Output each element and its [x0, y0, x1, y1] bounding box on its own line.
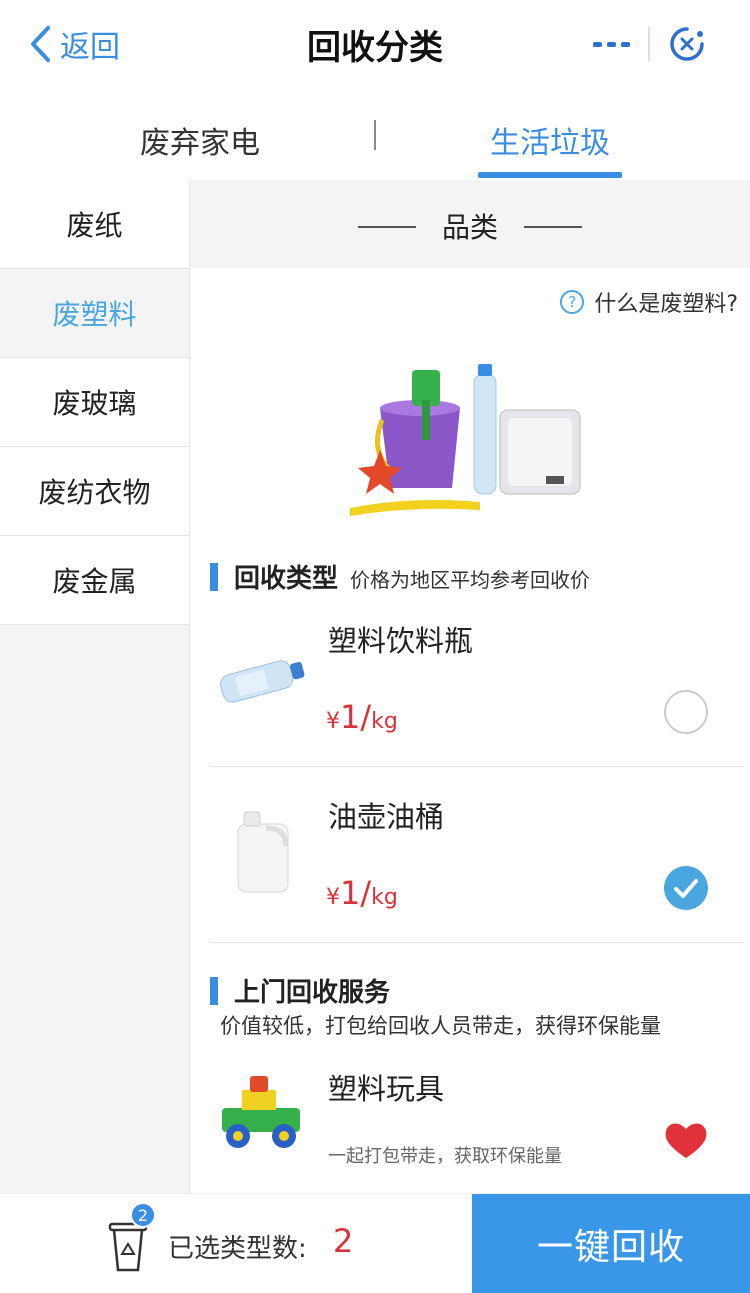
more-icon[interactable] [574, 41, 648, 47]
sidebar-item-textile[interactable]: 废纺衣物 [0, 447, 189, 536]
item-price: ¥1/kg [326, 698, 398, 736]
item-name: 塑料饮料瓶 [328, 624, 474, 658]
price-currency: ¥ [326, 885, 340, 910]
top-tabs: 废弃家电 生活垃圾 [0, 88, 750, 180]
mini-program-capsule [574, 16, 724, 72]
item-divider [210, 766, 744, 767]
close-icon[interactable] [650, 25, 724, 63]
main-content: 品类 ? 什么是废塑料? 回收类型 价格为地区平均参考回收价 塑料饮料瓶 ¥1/… [190, 180, 750, 1193]
pickup-service-section: 上门回收服务 [210, 972, 390, 1009]
recycle-type-section: 回收类型 价格为地区平均参考回收价 [210, 558, 590, 595]
price-unit: kg [371, 709, 398, 734]
item-note: 一起打包带走，获取环保能量 [328, 1146, 562, 1167]
tab-divider [374, 120, 376, 150]
help-link[interactable]: ? 什么是废塑料? [560, 286, 738, 318]
plastic-items-illustration [350, 364, 581, 516]
price-currency: ¥ [326, 709, 340, 734]
selected-count-label: 已选类型数: [168, 1234, 307, 1264]
price-unit: kg [371, 885, 398, 910]
tab-appliances[interactable]: 废弃家电 [140, 118, 260, 162]
section-title: 上门回收服务 [234, 978, 391, 1008]
section-description: 价值较低，打包给回收人员带走，获得环保能量 [220, 1014, 661, 1038]
heart-icon[interactable] [664, 1120, 708, 1160]
select-radio-checked[interactable] [664, 866, 708, 910]
section-marker [210, 976, 218, 1005]
sidebar-item-paper[interactable]: 废纸 [0, 180, 189, 269]
question-icon: ? [560, 290, 585, 314]
sidebar-item-plastic[interactable]: 废塑料 [0, 269, 189, 358]
item-name: 塑料玩具 [328, 1072, 445, 1106]
selected-count-value: 2 [333, 1222, 354, 1260]
plastic-toy-image [222, 1076, 300, 1148]
selection-count-badge: 2 [130, 1202, 156, 1228]
item-name: 油壶油桶 [328, 800, 445, 834]
category-title: 品类 [441, 211, 498, 244]
one-click-recycle-button[interactable]: 一键回收 [472, 1194, 750, 1293]
section-marker [210, 562, 218, 591]
sidebar-item-metal[interactable]: 废金属 [0, 536, 189, 625]
help-text: 什么是废塑料? [594, 292, 738, 317]
item-divider [210, 942, 744, 943]
plastic-bottle-image [220, 660, 305, 703]
section-subtitle: 价格为地区平均参考回收价 [350, 568, 591, 592]
sidebar-item-glass[interactable]: 废玻璃 [0, 358, 189, 447]
checkmark-icon [674, 879, 698, 898]
oil-jug-image [237, 811, 289, 893]
item-price: ¥1/kg [326, 874, 398, 912]
price-value: 1/ [340, 698, 372, 736]
bottom-bar: 2 已选类型数: 2 一键回收 [0, 1193, 750, 1293]
tab-household-waste[interactable]: 生活垃圾 [490, 118, 610, 162]
select-radio[interactable] [664, 690, 708, 734]
title-line-right [524, 226, 582, 228]
category-header: 品类 [190, 180, 750, 268]
category-sidebar: 废纸 废塑料 废玻璃 废纺衣物 废金属 [0, 180, 190, 1193]
active-tab-indicator [478, 172, 622, 178]
section-title: 回收类型 [234, 564, 339, 594]
nav-bar: 返回 回收分类 [0, 0, 750, 88]
price-value: 1/ [340, 874, 372, 912]
